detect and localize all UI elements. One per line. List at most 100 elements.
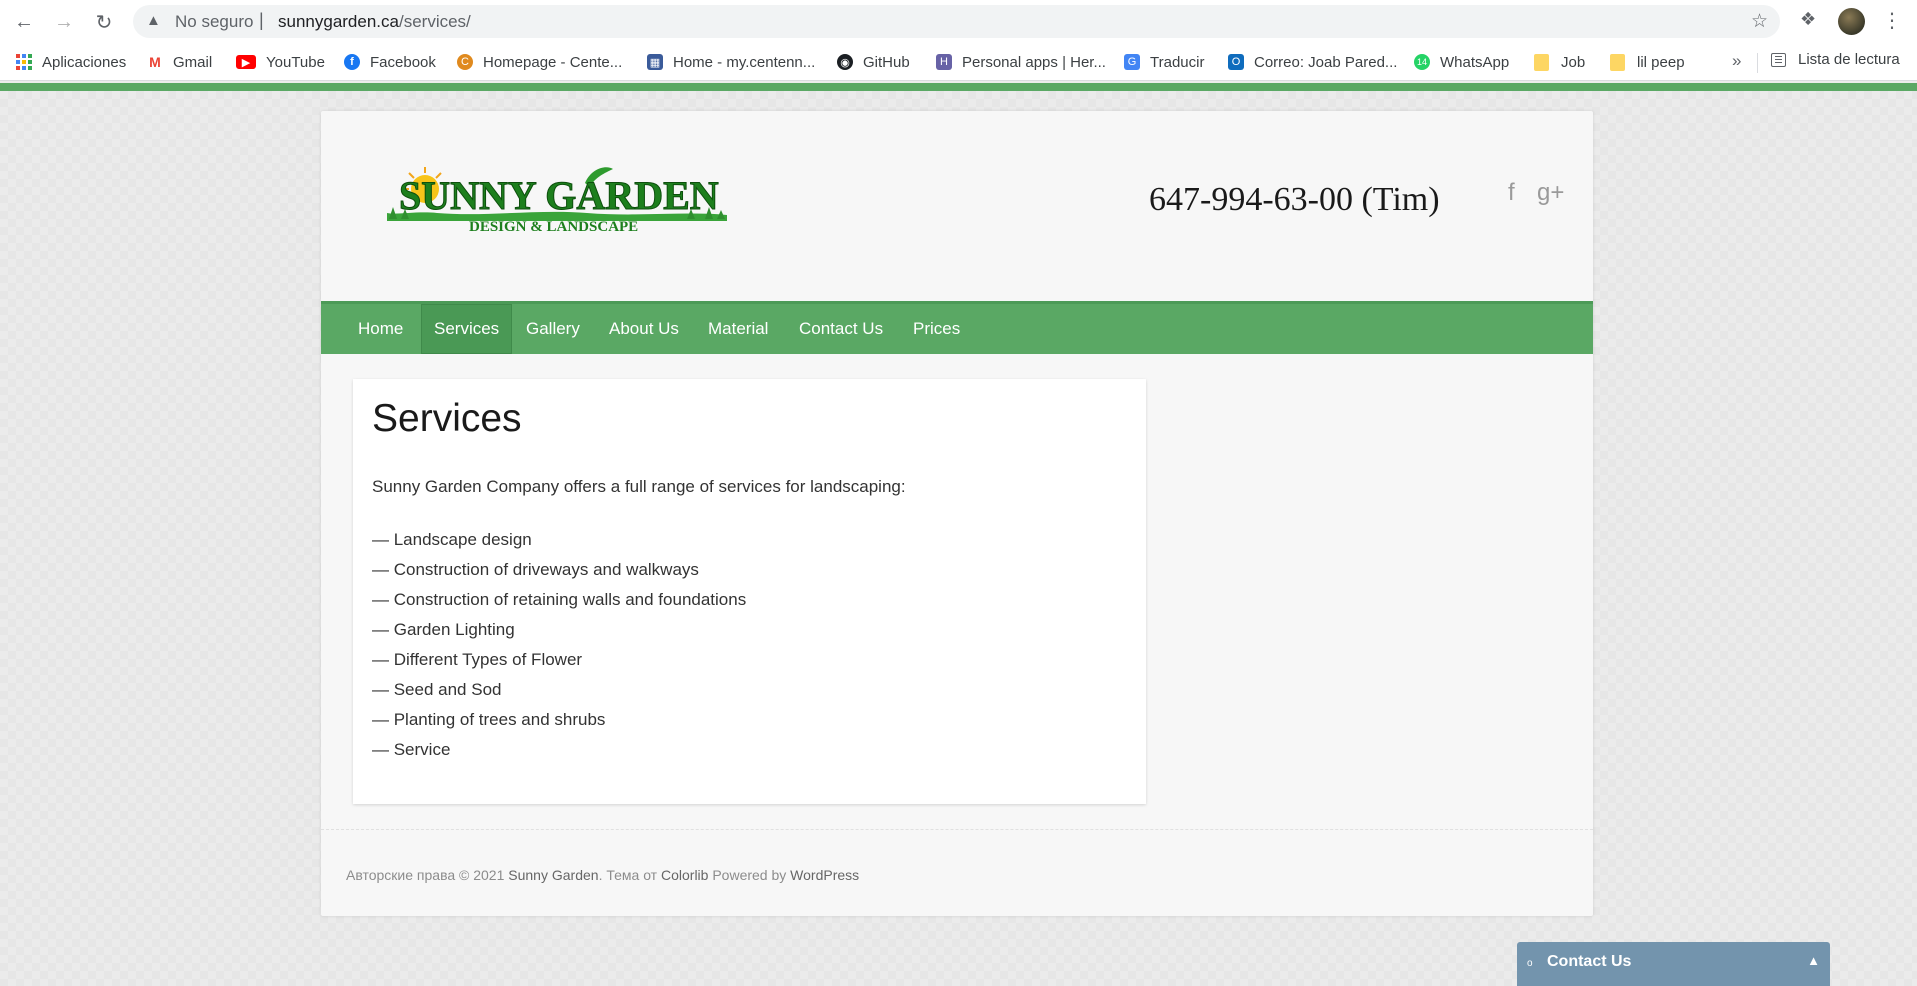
- bookmark-label: Homepage - Cente...: [483, 53, 623, 71]
- logo-sub-text: DESIGN & LANDSCAPE: [469, 219, 638, 233]
- bookmark-outlook[interactable]: O Correo: Joab Pared...: [1228, 51, 1397, 73]
- bookmarks-overflow-button[interactable]: »: [1732, 51, 1741, 71]
- content-card: Services Sunny Garden Company offers a f…: [353, 379, 1146, 804]
- centennial-icon: C: [457, 54, 473, 70]
- bookmark-label: Aplicaciones: [42, 53, 127, 71]
- list-item: — Garden Lighting: [372, 620, 515, 639]
- menu-dots-icon[interactable]: ⋮: [1882, 8, 1902, 33]
- footer-site-link[interactable]: Sunny Garden: [508, 867, 598, 883]
- bookmarks-bar: Aplicaciones M Gmail ▶ YouTube f Faceboo…: [0, 43, 1917, 81]
- contact-widget-dot-icon: o: [1527, 958, 1533, 969]
- insecure-label: No seguro: [175, 12, 254, 31]
- address-bar[interactable]: ▲ No seguro | sunnygarden.ca/services/ ☆: [133, 5, 1780, 38]
- bookmark-folder-lil-peep[interactable]: lil peep: [1610, 51, 1685, 73]
- url-path: /services/: [398, 12, 471, 31]
- footer-wordpress-link[interactable]: WordPress: [790, 867, 859, 883]
- logo-main-text: SUNNY GARDEN: [399, 173, 719, 218]
- list-item: — Planting of trees and shrubs: [372, 710, 606, 729]
- bookmark-facebook[interactable]: f Facebook: [344, 51, 436, 73]
- site-logo[interactable]: SUNNY GARDEN DESIGN & LANDSCAPE: [387, 163, 727, 235]
- contact-us-widget[interactable]: o Contact Us ▲: [1517, 942, 1830, 986]
- bookmark-label: GitHub: [863, 53, 910, 71]
- whatsapp-icon: 14: [1414, 54, 1430, 70]
- nav-contact-us[interactable]: Contact Us: [787, 304, 895, 354]
- translate-icon: G: [1124, 54, 1140, 70]
- github-icon: ◉: [837, 54, 853, 70]
- extensions-icon[interactable]: ❖: [1800, 9, 1816, 30]
- bookmark-apps[interactable]: Aplicaciones: [16, 51, 126, 73]
- bookmark-my-centennial[interactable]: ▦ Home - my.centenn...: [647, 51, 815, 73]
- bookmark-youtube[interactable]: ▶ YouTube: [236, 51, 325, 73]
- footer-copyright: Авторские права © 2021: [346, 867, 509, 883]
- bookmark-heroku[interactable]: H Personal apps | Her...: [936, 51, 1106, 73]
- nav-about-us[interactable]: About Us: [597, 304, 691, 354]
- expand-caret-icon[interactable]: ▲: [1807, 953, 1820, 968]
- bookmark-label: lil peep: [1637, 53, 1685, 71]
- back-icon[interactable]: ←: [10, 8, 38, 36]
- footer-divider: [321, 829, 1593, 830]
- site-footer: Авторские права © 2021 Sunny Garden. Тем…: [346, 867, 859, 883]
- bookmark-gmail[interactable]: M Gmail: [147, 51, 212, 73]
- list-item: — Different Types of Flower: [372, 650, 583, 669]
- google-plus-icon[interactable]: g+: [1537, 179, 1564, 207]
- outlook-icon: O: [1228, 54, 1244, 70]
- phone-number: 647-994-63-00 (Tim): [1149, 181, 1440, 218]
- folder-icon: [1610, 53, 1625, 71]
- nav-material[interactable]: Material: [696, 304, 780, 354]
- services-intro: Sunny Garden Company offers a full range…: [372, 477, 906, 496]
- bookmark-centennial-homepage[interactable]: C Homepage - Cente...: [457, 51, 622, 73]
- gmail-icon: M: [147, 54, 163, 70]
- bookmark-label: Home - my.centenn...: [673, 53, 816, 71]
- bookmark-label: Facebook: [370, 53, 436, 71]
- reading-list-icon: [1771, 52, 1786, 67]
- nav-gallery[interactable]: Gallery: [514, 304, 592, 354]
- heroku-icon: H: [936, 54, 952, 70]
- address-separator: |: [259, 10, 264, 30]
- folder-icon: [1534, 53, 1549, 71]
- bookmark-label: YouTube: [266, 53, 325, 71]
- mycentennial-icon: ▦: [647, 54, 663, 70]
- url-host: sunnygarden.ca: [278, 12, 399, 31]
- bookmark-label: Personal apps | Her...: [962, 53, 1106, 71]
- url-text[interactable]: sunnygarden.ca/services/: [278, 12, 471, 32]
- nav-services[interactable]: Services: [421, 304, 513, 354]
- footer-colorlib-link[interactable]: Colorlib: [661, 867, 708, 883]
- facebook-icon[interactable]: f: [1508, 179, 1515, 207]
- browser-toolbar: ← → ↻ ▲ No seguro | sunnygarden.ca/servi…: [0, 0, 1917, 43]
- bookmark-label: Correo: Joab Pared...: [1254, 53, 1398, 71]
- bookmark-label: WhatsApp: [1440, 53, 1510, 71]
- bookmark-translate[interactable]: G Traducir: [1124, 51, 1204, 73]
- bookmark-label: Gmail: [173, 53, 213, 71]
- bookmark-label: Job: [1561, 53, 1586, 71]
- reading-list-button[interactable]: Lista de lectura: [1771, 51, 1900, 68]
- reading-list-label: Lista de lectura: [1798, 51, 1900, 68]
- profile-avatar[interactable]: [1838, 8, 1865, 35]
- bookmark-star-icon[interactable]: ☆: [1751, 10, 1768, 33]
- site-top-bar: [0, 83, 1917, 91]
- nav-prices[interactable]: Prices: [901, 304, 972, 354]
- footer-theme-text: . Тема от: [598, 867, 661, 883]
- main-navigation: Home Services Gallery About Us Material …: [321, 301, 1593, 354]
- youtube-icon: ▶: [236, 55, 256, 69]
- facebook-icon: f: [344, 54, 360, 70]
- list-item: — Seed and Sod: [372, 680, 502, 699]
- warning-icon: ▲: [146, 12, 161, 29]
- nav-home[interactable]: Home: [346, 304, 415, 354]
- site-container: SUNNY GARDEN DESIGN & LANDSCAPE 647-994-…: [321, 111, 1593, 916]
- bookmark-github[interactable]: ◉ GitHub: [837, 51, 910, 73]
- bookmark-label: Traducir: [1150, 53, 1205, 71]
- bookmark-folder-job[interactable]: Job: [1534, 51, 1585, 73]
- footer-powered-text: Powered by: [708, 867, 791, 883]
- contact-widget-label: Contact Us: [1547, 953, 1632, 970]
- forward-icon[interactable]: →: [50, 8, 78, 36]
- list-item: — Service: [372, 740, 451, 759]
- apps-grid-icon: [16, 54, 32, 70]
- list-item: — Construction of retaining walls and fo…: [372, 590, 747, 609]
- services-list: — Landscape design — Construction of dri…: [372, 525, 746, 765]
- bookmarks-divider: [1757, 53, 1758, 73]
- reload-icon[interactable]: ↻: [90, 8, 118, 36]
- list-item: — Construction of driveways and walkways: [372, 560, 699, 579]
- page-title: Services: [372, 397, 522, 440]
- bookmark-whatsapp[interactable]: 14 WhatsApp: [1414, 51, 1509, 73]
- list-item: — Landscape design: [372, 530, 532, 549]
